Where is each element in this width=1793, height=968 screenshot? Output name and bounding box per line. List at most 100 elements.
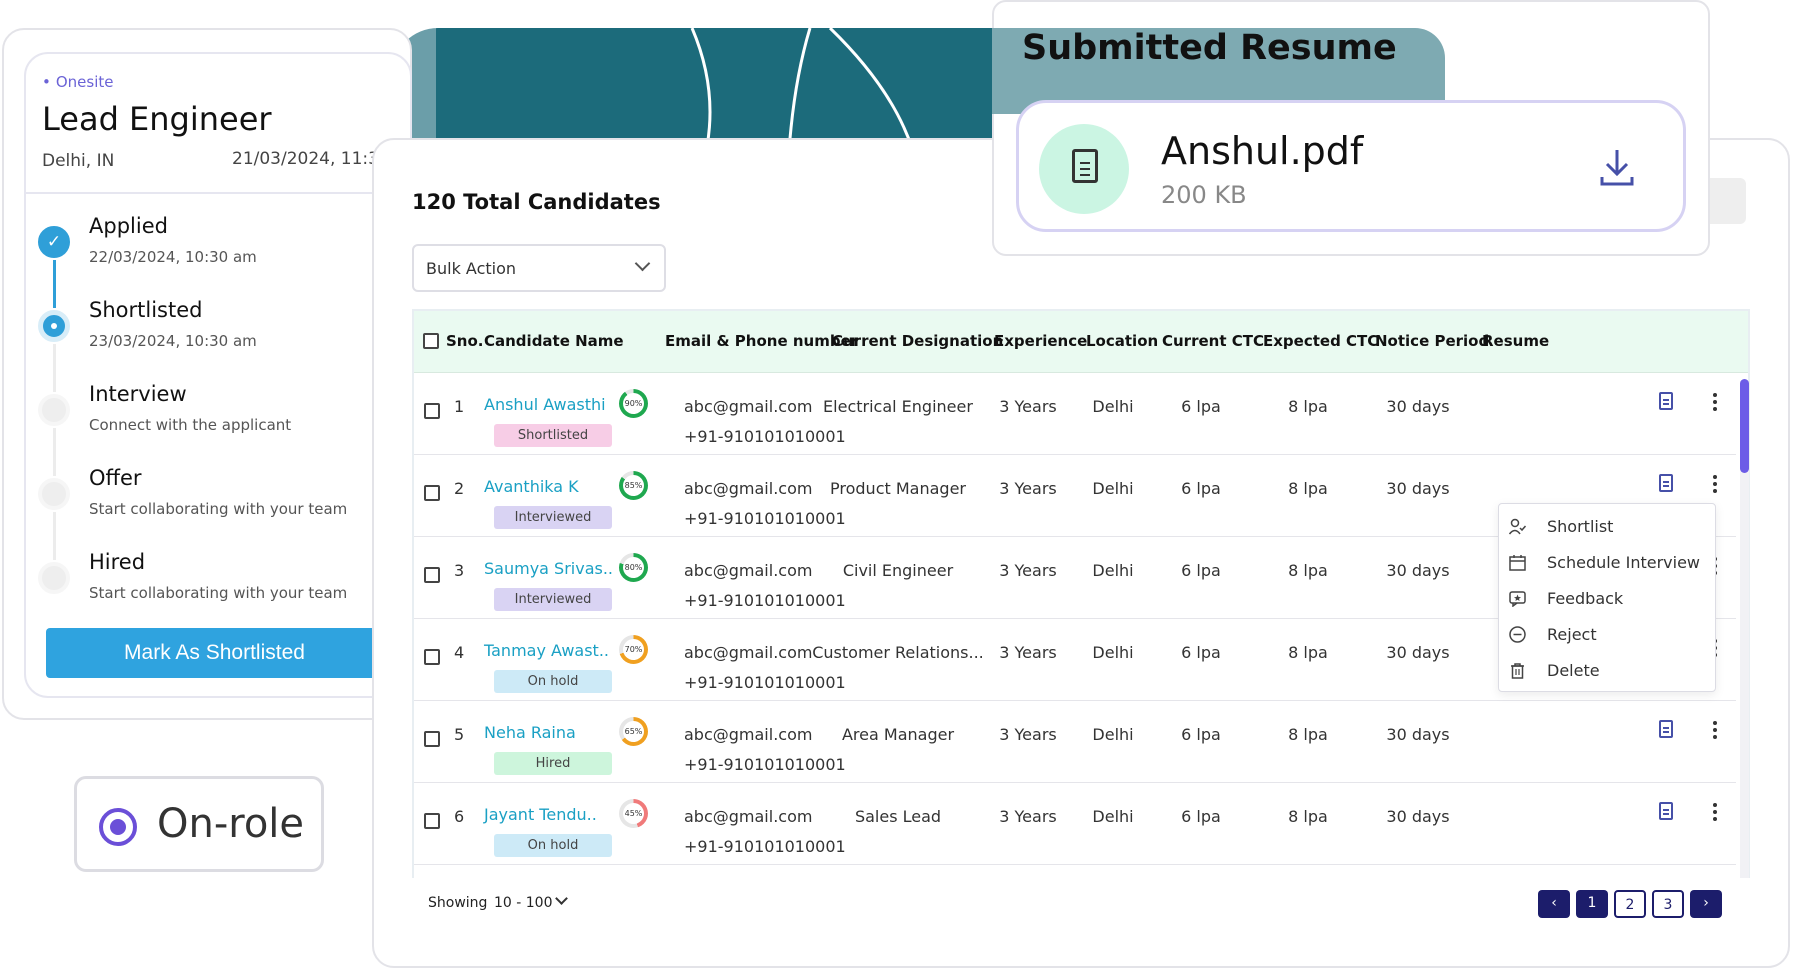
menu-item-label: Schedule Interview bbox=[1547, 553, 1701, 572]
col-location: Location bbox=[1086, 332, 1159, 350]
candidate-name-link[interactable]: Jayant Tendu.. bbox=[484, 805, 597, 824]
table-row[interactable]: Jayant Tendu.. 45% On hold 6 abc@gmail.com +9… bbox=[414, 783, 1736, 865]
cell-experience: 3 Years bbox=[999, 807, 1057, 826]
cell-current-ctc: 6 lpa bbox=[1181, 479, 1221, 498]
step-title: Applied bbox=[89, 214, 168, 238]
menu-item-reject[interactable]: Reject bbox=[1509, 618, 1705, 652]
radio-selected-icon[interactable] bbox=[99, 808, 137, 846]
menu-item-feedback[interactable]: Feedback bbox=[1509, 582, 1705, 616]
job-title: Lead Engineer bbox=[42, 100, 272, 138]
candidate-name-link[interactable]: Avanthika K bbox=[484, 477, 579, 496]
step-connector bbox=[53, 344, 56, 392]
step-dot bbox=[38, 478, 70, 510]
resume-file-icon[interactable] bbox=[1659, 720, 1673, 738]
cell-current-ctc: 6 lpa bbox=[1181, 643, 1221, 662]
row-checkbox[interactable] bbox=[424, 403, 440, 419]
cell-sno: 5 bbox=[454, 725, 465, 744]
resume-file-icon[interactable] bbox=[1659, 474, 1673, 492]
cell-phone: +91-910101010001 bbox=[684, 837, 846, 856]
page-1-button[interactable]: 1 bbox=[1576, 890, 1608, 918]
cell-location: Delhi bbox=[1092, 479, 1134, 498]
chevron-down-icon[interactable] bbox=[555, 892, 568, 905]
showing-label: Showing bbox=[428, 895, 488, 911]
col-email-phone: Email & Phone number bbox=[665, 332, 859, 350]
row-checkbox[interactable] bbox=[424, 731, 440, 747]
menu-item-shortlist[interactable]: Shortlist bbox=[1509, 510, 1705, 544]
chevron-down-icon bbox=[634, 255, 651, 272]
candidate-name-link[interactable]: Tanmay Awast.. bbox=[484, 641, 609, 660]
candidate-name-link[interactable]: Saumya Srivas.. bbox=[484, 559, 613, 578]
bulk-action-dropdown[interactable]: Bulk Action bbox=[412, 244, 666, 292]
row-checkbox[interactable] bbox=[424, 649, 440, 665]
menu-item-label: Reject bbox=[1547, 625, 1597, 644]
menu-item-delete[interactable]: Delete bbox=[1509, 654, 1705, 688]
cell-phone: +91-910101010001 bbox=[684, 509, 846, 528]
prev-page-button[interactable]: ‹ bbox=[1538, 890, 1570, 918]
cell-expected-ctc: 8 lpa bbox=[1288, 479, 1328, 498]
cell-expected-ctc: 8 lpa bbox=[1288, 643, 1328, 662]
cell-email: abc@gmail.com bbox=[684, 807, 813, 826]
cell-designation: Area Manager bbox=[841, 725, 955, 744]
cell-phone: +91-910101010001 bbox=[684, 755, 846, 774]
more-options-icon[interactable] bbox=[1713, 475, 1717, 493]
cell-experience: 3 Years bbox=[999, 479, 1057, 498]
table-scrollbar[interactable] bbox=[1740, 379, 1749, 925]
cell-email: abc@gmail.com bbox=[684, 397, 813, 416]
match-score: 65% bbox=[623, 721, 644, 742]
match-score-ring: 70% bbox=[619, 635, 648, 664]
more-options-icon[interactable] bbox=[1713, 803, 1717, 821]
step-dot bbox=[38, 562, 70, 594]
cell-designation: Customer Relations... bbox=[812, 643, 984, 662]
page-3-button[interactable]: 3 bbox=[1652, 890, 1684, 918]
col-designation: Current Designation bbox=[832, 332, 1004, 350]
cell-current-ctc: 6 lpa bbox=[1181, 807, 1221, 826]
more-options-icon[interactable] bbox=[1713, 393, 1717, 411]
status-badge: On hold bbox=[494, 670, 612, 693]
cell-phone: +91-910101010001 bbox=[684, 673, 846, 692]
cell-expected-ctc: 8 lpa bbox=[1288, 561, 1328, 580]
cell-experience: 3 Years bbox=[999, 397, 1057, 416]
download-icon[interactable] bbox=[1599, 147, 1635, 187]
step-title: Interview bbox=[89, 382, 187, 406]
mark-shortlisted-button[interactable]: Mark As Shortlisted bbox=[46, 628, 383, 678]
row-checkbox[interactable] bbox=[424, 485, 440, 501]
more-options-icon[interactable] bbox=[1713, 721, 1717, 739]
candidate-name-link[interactable]: Neha Raina bbox=[484, 723, 576, 742]
page-size-select[interactable]: 10 - 100 bbox=[494, 895, 553, 911]
status-badge: Interviewed bbox=[494, 588, 612, 611]
menu-item-schedule-interview[interactable]: Schedule Interview bbox=[1509, 546, 1705, 580]
scrollbar-thumb[interactable] bbox=[1740, 379, 1749, 473]
resume-file-icon[interactable] bbox=[1659, 802, 1673, 820]
cell-designation: Product Manager bbox=[830, 479, 966, 498]
next-page-button[interactable]: › bbox=[1690, 890, 1722, 918]
cell-experience: 3 Years bbox=[999, 725, 1057, 744]
cell-designation: Civil Engineer bbox=[842, 561, 954, 580]
select-all-checkbox[interactable] bbox=[423, 333, 439, 349]
cell-experience: 3 Years bbox=[999, 561, 1057, 580]
cell-sno: 2 bbox=[454, 479, 465, 498]
job-tag: Onesite bbox=[42, 73, 114, 91]
cell-location: Delhi bbox=[1092, 561, 1134, 580]
cell-location: Delhi bbox=[1092, 397, 1134, 416]
table-row[interactable]: Neha Raina 65% Hired 5 abc@gmail.com +91-9101… bbox=[414, 701, 1736, 783]
match-score-ring: 45% bbox=[619, 799, 648, 828]
row-checkbox[interactable] bbox=[424, 813, 440, 829]
match-score-ring: 85% bbox=[619, 471, 648, 500]
on-role-option[interactable]: On-role bbox=[74, 776, 324, 872]
status-badge: Interviewed bbox=[494, 506, 612, 529]
feedback-icon bbox=[1509, 591, 1526, 607]
table-row[interactable]: Anshul Awasthi 90% Shortlisted 1 abc@gmail.c… bbox=[414, 373, 1736, 455]
status-badge: Shortlisted bbox=[494, 424, 612, 447]
step-connector bbox=[53, 512, 56, 560]
match-score: 80% bbox=[623, 557, 644, 578]
col-notice-period: Notice Period bbox=[1375, 332, 1490, 350]
row-checkbox[interactable] bbox=[424, 567, 440, 583]
page-2-button[interactable]: 2 bbox=[1614, 890, 1646, 918]
cell-sno: 3 bbox=[454, 561, 465, 580]
candidate-name-link[interactable]: Anshul Awasthi bbox=[484, 395, 606, 414]
user-check-icon bbox=[1509, 518, 1526, 535]
resume-file-icon[interactable] bbox=[1659, 392, 1673, 410]
match-score-ring: 90% bbox=[619, 389, 648, 418]
resume-file-card[interactable]: Anshul.pdf 200 KB bbox=[1016, 100, 1686, 232]
cell-location: Delhi bbox=[1092, 643, 1134, 662]
